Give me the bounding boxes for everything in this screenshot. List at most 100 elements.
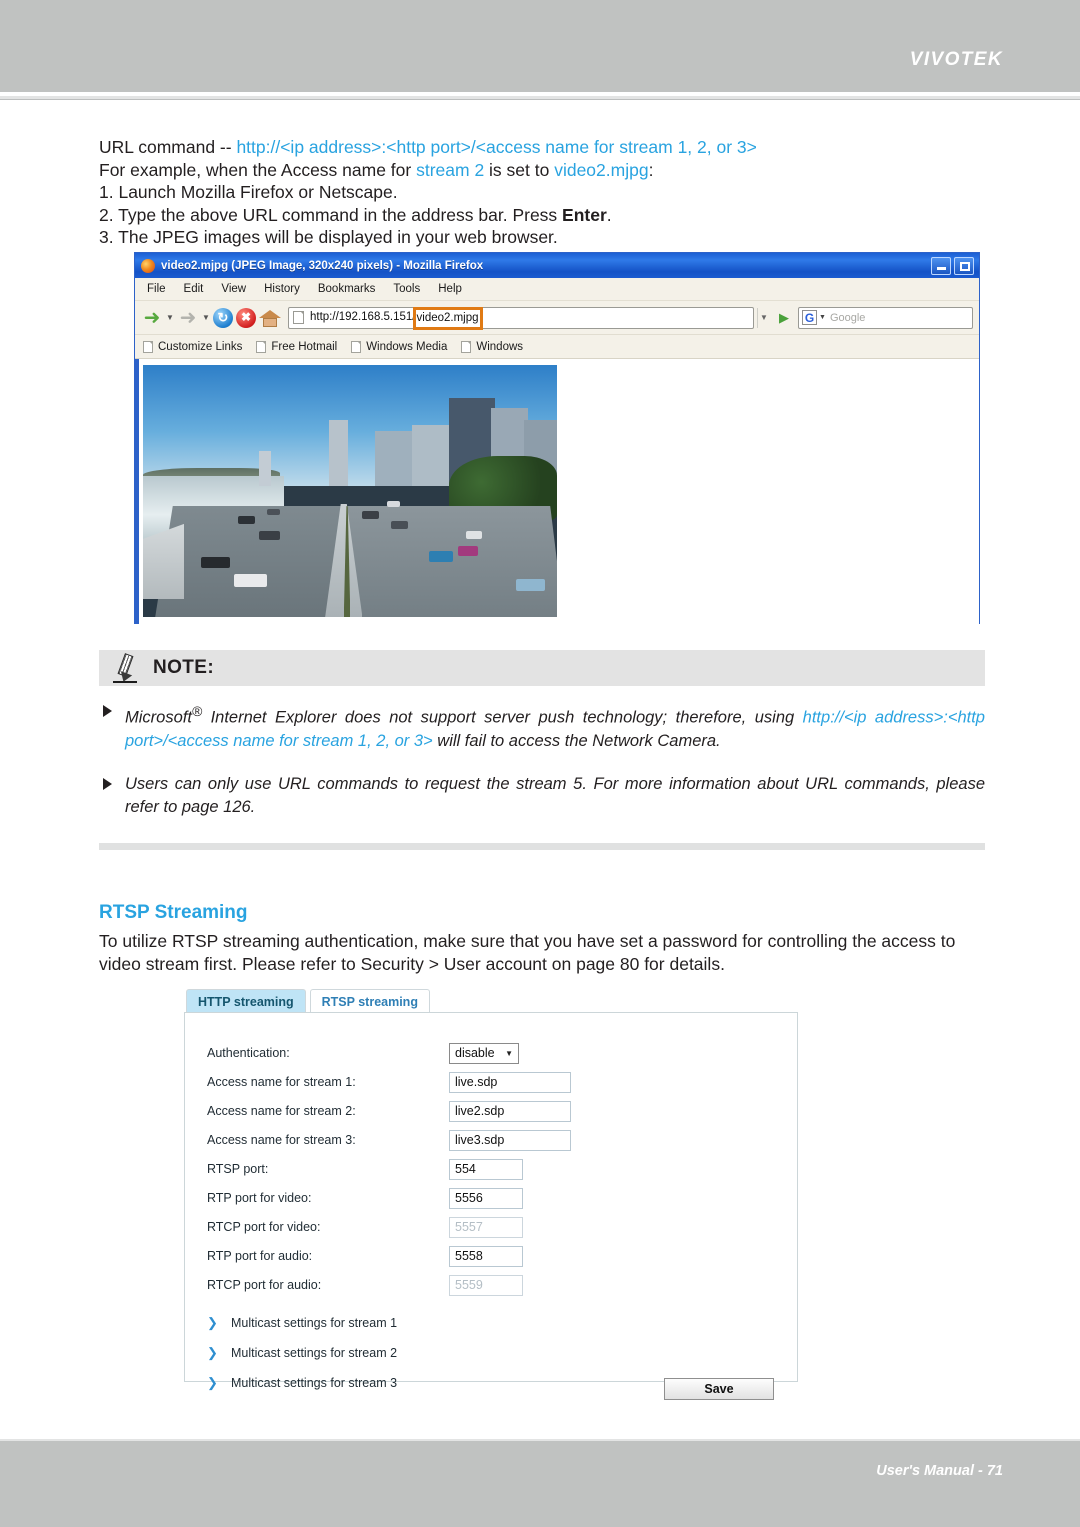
- rtp-port-audio-input[interactable]: 5558: [449, 1245, 523, 1267]
- access-name-stream-2-input[interactable]: live2.sdp: [449, 1100, 571, 1122]
- field-label: Access name for stream 3:: [207, 1133, 356, 1147]
- note-item: Users can only use URL commands to reque…: [99, 773, 985, 819]
- reload-icon[interactable]: ↻: [213, 307, 233, 328]
- forward-dropdown-icon[interactable]: ▼: [202, 313, 210, 322]
- building: [412, 425, 454, 486]
- settings-tabs: HTTP streaming RTSP streaming: [184, 986, 798, 1013]
- bookmarks-toolbar: Customize Links Free Hotmail Windows Med…: [135, 335, 979, 359]
- example-stream-ref: stream 2: [416, 159, 485, 180]
- step2-enter-key: Enter: [562, 204, 607, 225]
- menu-help[interactable]: Help: [438, 283, 462, 295]
- back-arrow-icon[interactable]: ➜: [141, 307, 163, 329]
- field-label: Authentication:: [207, 1046, 290, 1060]
- bookmark-page-icon: [143, 340, 153, 353]
- access-name-stream-3-input[interactable]: live3.sdp: [449, 1129, 571, 1151]
- step2-prefix: 2. Type the above URL command in the add…: [99, 204, 563, 225]
- browser-menubar: File Edit View History Bookmarks Tools H…: [135, 278, 979, 301]
- field-label: RTCP port for audio:: [207, 1278, 322, 1292]
- menu-tools[interactable]: Tools: [393, 283, 420, 295]
- note-header-band: NOTE:: [99, 650, 985, 686]
- rtsp-settings-panel: HTTP streaming RTSP streaming Authentica…: [184, 986, 798, 1400]
- note-bottom-divider: [99, 843, 985, 850]
- search-bar[interactable]: G ▼ Google: [798, 306, 973, 329]
- chevron-right-icon: ❯: [207, 1315, 218, 1330]
- url-command-prefix: URL command --: [99, 137, 237, 157]
- field-row-access-name-stream-3: Access name for stream 3: live3.sdp: [207, 1126, 797, 1154]
- stop-icon[interactable]: ✖: [236, 307, 256, 328]
- section-body-rtsp-streaming: To utilize RTSP streaming authentication…: [99, 931, 956, 974]
- header-divider-thin: [0, 99, 1080, 100]
- bookmark-label: Windows Media: [366, 340, 448, 353]
- url-command-link: http://<ip address>:<http port>/<access …: [236, 137, 757, 157]
- settings-panel-body: Authentication: disable ▼ Access name fo…: [184, 1012, 798, 1390]
- section-title-rtsp-streaming: RTSP Streaming: [99, 902, 248, 923]
- home-icon[interactable]: [259, 308, 281, 328]
- rtsp-port-input[interactable]: 554: [449, 1158, 523, 1180]
- bullet-triangle-icon: [103, 777, 112, 790]
- car: [428, 551, 454, 562]
- address-bar-text: http://192.168.5.151/video2.mjpg: [310, 307, 483, 330]
- rtp-port-video-input[interactable]: 5556: [449, 1187, 523, 1209]
- maximize-icon[interactable]: [954, 256, 974, 275]
- field-label: Access name for stream 1:: [207, 1075, 356, 1089]
- search-engine-dropdown-icon[interactable]: ▼: [817, 314, 830, 321]
- car: [387, 501, 400, 507]
- field-row-rtcp-port-video: RTCP port for video: 5557: [207, 1213, 797, 1241]
- car: [457, 546, 479, 556]
- go-arrow-icon[interactable]: ▶: [773, 307, 795, 329]
- firefox-icon: [141, 258, 155, 273]
- window-controls: [931, 256, 977, 275]
- bullet-triangle-icon: [103, 705, 112, 717]
- field-row-rtp-port-audio: RTP port for audio: 5558: [207, 1242, 797, 1270]
- note-item: Microsoft® Internet Explorer does not su…: [99, 700, 985, 753]
- bookmark-windows-media[interactable]: Windows Media: [351, 340, 448, 353]
- bookmark-windows[interactable]: Windows: [461, 340, 523, 353]
- url-highlight-box: video2.mjpg: [412, 307, 483, 330]
- registered-mark: ®: [191, 704, 203, 719]
- bookmark-page-icon: [256, 340, 267, 353]
- minimize-icon[interactable]: [931, 256, 951, 275]
- field-label: RTCP port for video:: [207, 1220, 321, 1234]
- tab-http-streaming[interactable]: HTTP streaming: [186, 989, 306, 1013]
- building: [329, 420, 348, 486]
- field-label: Access name for stream 2:: [207, 1104, 356, 1118]
- footer-page-label: User's Manual - 71: [876, 1463, 1003, 1479]
- access-name-stream-1-input[interactable]: live.sdp: [449, 1071, 571, 1093]
- building: [258, 450, 272, 486]
- field-row-access-name-stream-2: Access name for stream 2: live2.sdp: [207, 1097, 797, 1125]
- tab-rtsp-streaming[interactable]: RTSP streaming: [309, 989, 430, 1013]
- menu-history[interactable]: History: [264, 283, 300, 295]
- intro-line-example: For example, when the Access name for st…: [99, 159, 999, 182]
- multicast-link-stream-2[interactable]: ❯ Multicast settings for stream 2: [207, 1338, 797, 1368]
- address-dropdown-icon[interactable]: ▼: [757, 307, 770, 328]
- bookmark-page-icon: [351, 340, 362, 353]
- bookmark-free-hotmail[interactable]: Free Hotmail: [256, 340, 337, 353]
- note-text-a: Microsoft: [125, 708, 192, 727]
- menu-edit[interactable]: Edit: [184, 283, 204, 295]
- address-bar[interactable]: http://192.168.5.151/video2.mjpg: [288, 306, 754, 330]
- pencil-icon: [113, 653, 139, 684]
- car: [200, 556, 230, 568]
- forward-arrow-icon: ➜: [179, 306, 197, 329]
- field-label: RTSP port:: [207, 1162, 269, 1176]
- intro-line-url-command: URL command -- http://<ip address>:<http…: [99, 136, 999, 159]
- authentication-select[interactable]: disable ▼: [449, 1042, 519, 1064]
- field-row-rtp-port-video: RTP port for video: 5556: [207, 1184, 797, 1212]
- bookmark-label: Customize Links: [158, 340, 243, 353]
- intro-step-3: 3. The JPEG images will be displayed in …: [99, 227, 558, 247]
- browser-content-area: [135, 359, 979, 624]
- back-dropdown-icon[interactable]: ▼: [166, 313, 174, 322]
- save-button[interactable]: Save: [664, 1378, 774, 1400]
- bookmark-customize-links[interactable]: Customize Links: [143, 340, 243, 353]
- menu-view[interactable]: View: [221, 283, 246, 295]
- browser-titlebar: video2.mjpg (JPEG Image, 320x240 pixels)…: [135, 253, 979, 278]
- multicast-link-stream-1[interactable]: ❯ Multicast settings for stream 1: [207, 1308, 797, 1338]
- field-row-authentication: Authentication: disable ▼: [207, 1039, 797, 1067]
- browser-navigation-toolbar: ➜ ▼ ➜ ▼ ↻ ✖ http://192.168.5.151/video2.…: [135, 301, 979, 335]
- menu-file[interactable]: File: [147, 283, 166, 295]
- menu-bookmarks[interactable]: Bookmarks: [318, 283, 376, 295]
- field-label: RTP port for audio:: [207, 1249, 313, 1263]
- url-prefix-text: http://192.168.5.151/: [310, 311, 416, 323]
- note-title: NOTE:: [153, 657, 215, 678]
- example-prefix: For example, when the Access name for: [99, 159, 417, 180]
